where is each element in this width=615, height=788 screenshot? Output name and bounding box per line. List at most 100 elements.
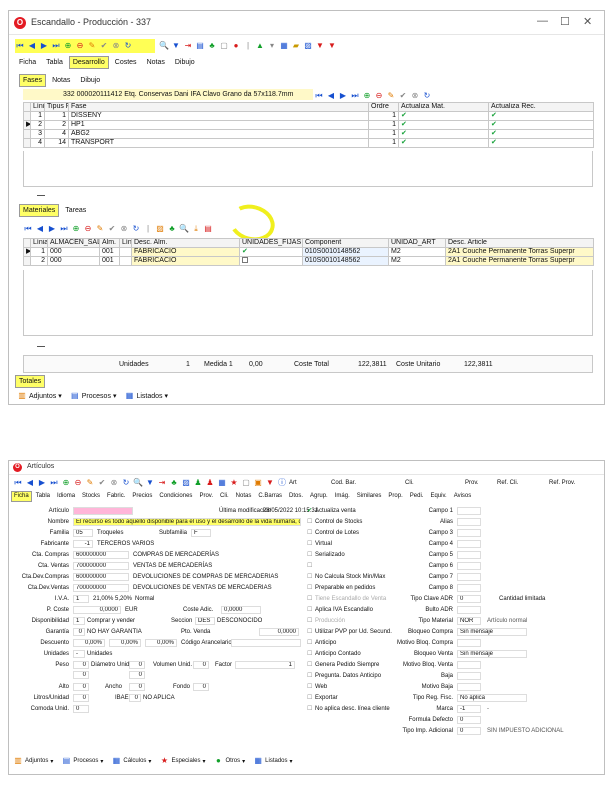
menu-item[interactable]: Stocks xyxy=(79,491,103,502)
check-icon[interactable]: ✔ xyxy=(398,120,489,130)
menu-item[interactable]: C.Barras xyxy=(255,491,285,502)
option-row[interactable]: ☐ Exportar xyxy=(307,694,338,702)
diametro-input[interactable]: 0 xyxy=(129,661,145,669)
edit-icon[interactable]: ✎ xyxy=(85,478,95,488)
cell-desc-alm[interactable]: FABRICACIÓ xyxy=(131,247,240,257)
check-icon[interactable]: ✔ xyxy=(488,138,594,148)
option-row[interactable]: ☐ Genera Pedido Siempre xyxy=(307,661,379,669)
checkbox-unchecked-icon[interactable]: ☐ xyxy=(307,628,315,636)
export-icon[interactable]: ⇥ xyxy=(183,41,193,51)
menu-item[interactable]: Dtos. xyxy=(286,491,306,502)
dropdown-icon[interactable]: ▾ xyxy=(267,41,277,51)
procesos-button[interactable]: ▤ Procesos ▾ xyxy=(61,756,104,766)
cell-linia[interactable]: 2 xyxy=(30,120,45,130)
menu-notas[interactable]: Notas xyxy=(143,56,169,69)
menu-desarrollo[interactable]: Desarrollo xyxy=(68,56,109,69)
cell-linia2[interactable] xyxy=(119,247,132,257)
minimize-button[interactable]: — xyxy=(537,15,548,27)
extra-field-input[interactable] xyxy=(457,540,481,548)
checkbox-unchecked-icon[interactable]: ☐ xyxy=(307,672,315,680)
nombre-input[interactable]: El recurso es todo aquello disponible pa… xyxy=(73,518,301,526)
option-row[interactable]: ☐ Virtual xyxy=(307,540,332,548)
table-row[interactable]: 2 000 001 FABRICACIÓ 010S0010148562 M2 2A1 Cou… xyxy=(23,256,594,266)
cell-linia[interactable]: 2 xyxy=(30,256,48,266)
checkbox-unchecked[interactable] xyxy=(239,256,303,266)
save-icon[interactable]: ✔ xyxy=(107,224,117,234)
cell-ordre[interactable]: 1 xyxy=(368,120,399,130)
prev-record-icon[interactable]: ◀ xyxy=(27,41,37,51)
checkbox-unchecked-icon[interactable]: ☐ xyxy=(307,650,315,658)
peso-input[interactable]: 0 xyxy=(73,661,89,669)
option-row[interactable]: ☐ xyxy=(307,562,315,570)
menu-item[interactable]: Tabla xyxy=(33,491,53,502)
chart-icon[interactable]: ▨ xyxy=(181,478,191,488)
checkbox-unchecked-icon[interactable]: ☐ xyxy=(307,551,315,559)
delete-icon[interactable]: ⊖ xyxy=(75,41,85,51)
table-row[interactable]: ▶22HP11✔✔ xyxy=(23,120,594,130)
menu-item[interactable]: Equiv. xyxy=(427,491,449,502)
cell-tipus[interactable]: 2 xyxy=(44,120,69,130)
check-icon[interactable]: ✔ xyxy=(239,247,303,257)
cell-component[interactable]: 010S0010148562 xyxy=(302,247,389,257)
comoda-input[interactable]: 0 xyxy=(73,705,89,713)
disponibilidad-input[interactable]: 1 xyxy=(73,617,85,625)
image-icon[interactable]: ▣ xyxy=(253,478,263,488)
extra-field-input[interactable] xyxy=(457,672,481,680)
chart-icon[interactable]: ▨ xyxy=(155,224,165,234)
extra-field-input[interactable] xyxy=(457,507,481,515)
fabricante-input[interactable]: -1 xyxy=(73,540,93,548)
table-row[interactable]: 4 14 TRANSPORT 1 ✔ ✔ xyxy=(23,138,594,148)
refresh-icon[interactable]: ↻ xyxy=(121,478,131,488)
cell-fase[interactable]: TRANSPORT xyxy=(68,138,369,148)
menu-item[interactable]: Similares xyxy=(354,491,385,502)
pcoste-input[interactable]: 0,0000 xyxy=(73,606,121,614)
col-desc-alm[interactable]: Desc. Alm. xyxy=(131,238,240,248)
users-icon[interactable]: ♟ xyxy=(193,478,203,488)
cell-fase[interactable]: DISSENY xyxy=(68,111,369,121)
first-record-icon[interactable]: ⏮ xyxy=(314,91,324,101)
delete-icon[interactable]: ⊖ xyxy=(83,224,93,234)
extra-field-input[interactable]: NOR xyxy=(457,617,481,625)
table-row[interactable]: 3 4 ABG2 1 ✔ ✔ xyxy=(23,129,594,139)
cell-unidad[interactable]: M2 xyxy=(388,247,446,257)
add-icon[interactable]: ⊕ xyxy=(63,41,73,51)
list-icon[interactable]: ▦ xyxy=(279,41,289,51)
check-icon[interactable]: ✔ xyxy=(398,111,489,121)
cell-tipus[interactable]: 14 xyxy=(44,138,69,148)
tab-tareas[interactable]: Tareas xyxy=(61,204,90,217)
subfamilia-input[interactable]: F xyxy=(191,529,211,537)
familia-input[interactable]: 05 xyxy=(73,529,93,537)
checkbox-unchecked-icon[interactable]: ☐ xyxy=(307,639,315,647)
checkbox-unchecked-icon[interactable]: ☐ xyxy=(307,518,315,526)
seccion-input[interactable]: DES xyxy=(195,617,215,625)
cancel-icon[interactable]: ⊗ xyxy=(109,478,119,488)
search-icon[interactable]: 🔍 xyxy=(133,478,143,488)
cell-linia2[interactable] xyxy=(119,256,132,266)
checkbox-unchecked-icon[interactable]: ☐ xyxy=(307,606,315,614)
cell-tipus[interactable]: 1 xyxy=(44,111,69,121)
cta-ventas-input[interactable]: 700000000 xyxy=(73,562,129,570)
table-row[interactable]: 1 1 DISSENY 1 ✔ ✔ xyxy=(23,111,594,121)
cell-tipus[interactable]: 4 xyxy=(44,129,69,139)
cell-desc-alm[interactable]: FABRICACIÓ xyxy=(131,256,240,266)
cell-ordre[interactable]: 1 xyxy=(368,111,399,121)
refresh-icon[interactable]: ↻ xyxy=(422,91,432,101)
cta-dev-compras-input[interactable]: 600000000 xyxy=(73,573,129,581)
menu-item[interactable]: Idioma xyxy=(54,491,78,502)
tab-fases[interactable]: Fases xyxy=(19,74,47,87)
col-tipus-fase[interactable]: Tipus Fase xyxy=(44,102,69,112)
col-unidades-fijas[interactable]: UNIDADES_FIJAS xyxy=(239,238,303,248)
menu-item[interactable]: Agrup. xyxy=(307,491,331,502)
option-row[interactable]: ☐ Control de Lotes xyxy=(307,529,359,537)
extra-field-input[interactable]: -1 xyxy=(457,705,481,713)
save-icon[interactable]: ✔ xyxy=(398,91,408,101)
tree-icon[interactable]: ♣ xyxy=(169,478,179,488)
col-alm[interactable]: Alm. xyxy=(99,238,120,248)
grid-icon[interactable]: ▦ xyxy=(217,478,227,488)
checkbox-unchecked-icon[interactable]: ☐ xyxy=(307,694,315,702)
col-fase[interactable]: Fase xyxy=(68,102,369,112)
tab-totales[interactable]: Totales xyxy=(15,375,46,388)
extra-field-input[interactable]: 0 xyxy=(457,727,481,735)
check-icon[interactable]: ✔ xyxy=(488,120,594,130)
prev-record-icon[interactable]: ◀ xyxy=(25,478,35,488)
